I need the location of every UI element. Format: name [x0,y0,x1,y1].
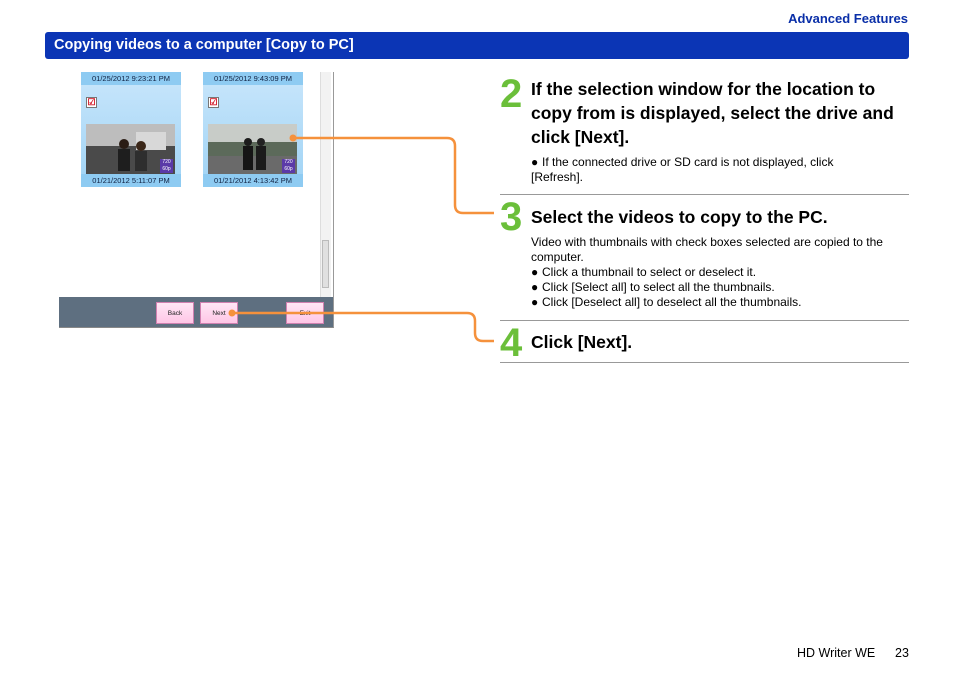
step-text: Video with thumbnails with check boxes s… [531,235,883,264]
step-bullet: ● If the connected drive or SD card is no… [531,155,834,184]
page-number: 23 [895,646,909,660]
step-heading: If the selection window for the location… [531,79,894,147]
step-bullet: ● Click [Select all] to select all the th… [531,280,775,294]
step-number: 4 [500,321,523,365]
step-number: 2 [500,72,523,116]
step-heading: Click [Next]. [531,332,633,352]
step-bullet: ● Click a thumbnail to select or deselect… [531,265,757,279]
step-bullet: ● Click [Deselect all] to deselect all th… [531,295,802,309]
footer-product: HD Writer WE [797,646,876,660]
step-number: 3 [500,195,523,239]
divider [500,362,909,363]
divider [500,320,909,321]
divider [500,194,909,195]
step-heading: Select the videos to copy to the PC. [531,207,828,227]
